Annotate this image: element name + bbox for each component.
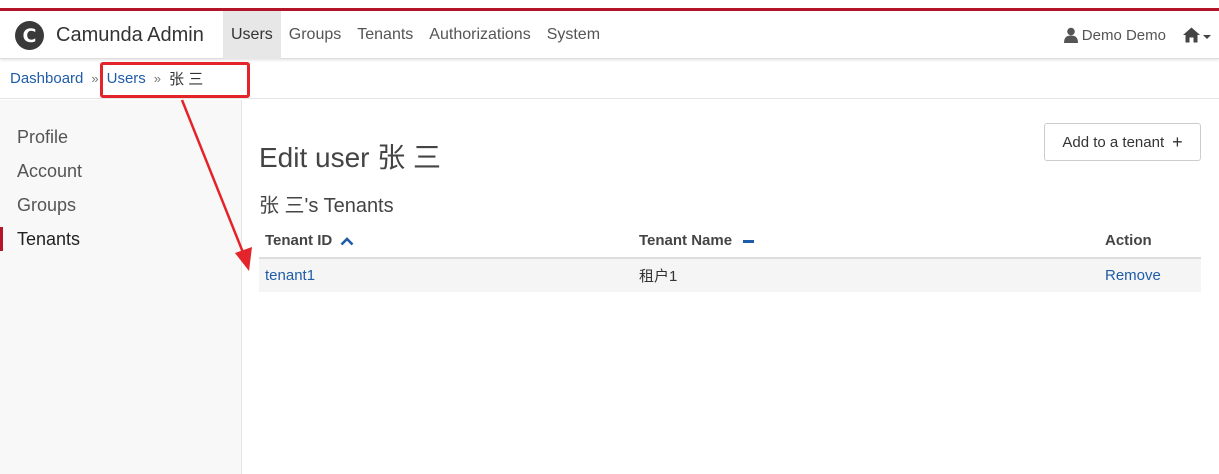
chevron-down-icon: [1203, 34, 1211, 39]
user-menu[interactable]: Demo Demo: [1063, 26, 1166, 44]
breadcrumb-users[interactable]: Users: [107, 70, 146, 87]
sort-none-icon: [743, 239, 755, 243]
nav-item-groups[interactable]: Groups: [281, 11, 349, 59]
remove-link[interactable]: Remove: [1105, 267, 1161, 284]
tenant-id-link[interactable]: tenant1: [265, 267, 315, 284]
tenants-table: Tenant ID Tenant Name Action tenant1 租户1…: [259, 224, 1201, 292]
page-title: Edit user 张 三: [259, 142, 442, 173]
header-action: Action: [1099, 224, 1201, 259]
main-nav: Users Groups Tenants Authorizations Syst…: [223, 11, 608, 59]
cell-tenant-id: tenant1: [259, 258, 633, 292]
brand[interactable]: C Camunda Admin: [15, 21, 204, 50]
breadcrumb-separator: »: [91, 71, 99, 86]
header-tenant-name-label: Tenant Name: [639, 232, 733, 249]
sidebar-item-account[interactable]: Account: [0, 154, 241, 188]
breadcrumb-dashboard[interactable]: Dashboard: [10, 70, 83, 87]
table-row: tenant1 租户1 Remove: [259, 258, 1201, 292]
nav-right: Demo Demo: [1063, 11, 1211, 59]
camunda-logo-icon: C: [15, 21, 44, 50]
add-to-tenant-label: Add to a tenant: [1062, 133, 1165, 151]
brand-name: Camunda Admin: [56, 24, 204, 46]
breadcrumb-separator: »: [153, 71, 162, 86]
nav-item-tenants[interactable]: Tenants: [349, 11, 421, 59]
header-tenant-id-label: Tenant ID: [265, 232, 333, 249]
navbar: C Camunda Admin Users Groups Tenants Aut…: [0, 11, 1219, 59]
header-tenant-id[interactable]: Tenant ID: [259, 224, 633, 259]
nav-item-authorizations[interactable]: Authorizations: [421, 11, 538, 59]
section-title: 张 三's Tenants: [259, 195, 394, 217]
breadcrumb: Dashboard » Users » 张 三: [0, 59, 1219, 99]
breadcrumb-current: 张 三: [169, 71, 204, 88]
cell-action: Remove: [1099, 258, 1201, 292]
sidebar-item-groups[interactable]: Groups: [0, 188, 241, 222]
sort-ascending-icon: [340, 237, 354, 246]
sidebar-item-tenants[interactable]: Tenants: [0, 222, 241, 256]
sidebar-item-profile[interactable]: Profile: [0, 120, 241, 154]
table-header-row: Tenant ID Tenant Name Action: [259, 224, 1201, 259]
user-icon: [1063, 27, 1078, 43]
add-to-tenant-button[interactable]: Add to a tenant +: [1044, 123, 1201, 161]
nav-item-system[interactable]: System: [539, 11, 608, 59]
plus-icon: +: [1172, 131, 1183, 152]
user-name: Demo Demo: [1081, 26, 1166, 44]
header-tenant-name[interactable]: Tenant Name: [633, 224, 1099, 259]
nav-item-users[interactable]: Users: [223, 11, 281, 59]
sidebar: Profile Account Groups Tenants: [0, 100, 242, 474]
home-icon: [1183, 27, 1200, 43]
cell-tenant-name: 租户1: [633, 258, 1099, 292]
home-menu[interactable]: [1183, 27, 1211, 43]
